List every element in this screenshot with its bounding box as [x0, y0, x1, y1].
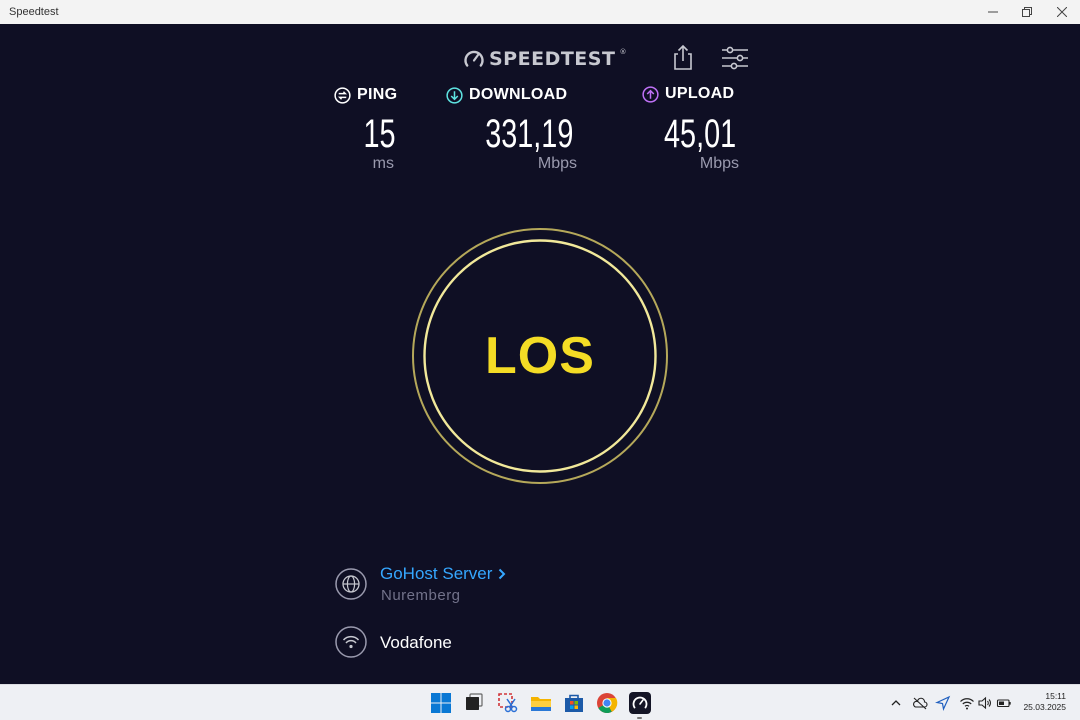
- window-title-bar: Speedtest: [0, 0, 1080, 24]
- provider-name: Vodafone: [380, 633, 452, 652]
- settings-button[interactable]: [720, 46, 750, 70]
- server-name: GoHost Server: [380, 564, 493, 583]
- active-app-indicator: [637, 717, 642, 719]
- close-button[interactable]: [1045, 0, 1079, 24]
- speedtest-logo: SPEEDTEST ®: [463, 46, 626, 72]
- download-arrow-icon: [446, 86, 463, 104]
- sliders-icon: [722, 46, 748, 70]
- onedrive-icon[interactable]: [912, 695, 928, 711]
- volume-icon[interactable]: [977, 695, 993, 711]
- close-icon: [1057, 7, 1067, 17]
- provider-wifi-icon: [335, 626, 367, 658]
- windows-start-icon[interactable]: [430, 692, 452, 714]
- microsoft-store-icon[interactable]: [563, 692, 585, 714]
- taskbar: 15:11 25.03.2025: [0, 684, 1080, 720]
- download-metric: DOWNLOAD 331,19 Mbps: [446, 86, 577, 178]
- upload-metric: UPLOAD 45,01 Mbps: [642, 85, 739, 177]
- server-location: Nuremberg: [381, 587, 461, 604]
- window-title: Speedtest: [9, 6, 59, 18]
- upload-unit: Mbps: [699, 155, 739, 172]
- file-explorer-icon[interactable]: [530, 692, 552, 714]
- task-view-icon[interactable]: [463, 692, 485, 714]
- battery-icon[interactable]: [996, 695, 1012, 711]
- upload-arrow-icon: [642, 85, 659, 103]
- server-globe-icon: [335, 568, 367, 600]
- logo-text: SPEEDTEST: [489, 48, 616, 70]
- start-test-button[interactable]: LOS: [412, 228, 668, 484]
- chevron-up-icon[interactable]: [888, 695, 904, 711]
- chevron-right-icon: [499, 568, 506, 580]
- server-link[interactable]: GoHost Server: [380, 564, 506, 584]
- location-icon[interactable]: [935, 695, 951, 711]
- restore-button[interactable]: [1010, 0, 1044, 24]
- snipping-tool-icon[interactable]: [497, 692, 519, 714]
- speedtest-app-icon[interactable]: [629, 692, 651, 714]
- ping-icon: [334, 86, 351, 104]
- ping-unit: ms: [372, 155, 394, 172]
- upload-value: 45,01: [663, 112, 736, 156]
- download-unit: Mbps: [537, 155, 577, 172]
- wifi-icon[interactable]: [959, 695, 975, 711]
- minimize-button[interactable]: [976, 0, 1010, 24]
- clock-time: 15:11: [1045, 691, 1066, 701]
- minimize-icon: [988, 11, 998, 13]
- ping-label: PING: [357, 86, 398, 103]
- speedtest-app: SPEEDTEST ® PING 15 ms DOWNLOAD 331,19 M…: [0, 24, 1080, 684]
- share-icon: [674, 44, 692, 70]
- ping-value: 15: [362, 112, 395, 156]
- speedometer-icon: [464, 50, 484, 67]
- clock-date: 25.03.2025: [1023, 702, 1066, 712]
- upload-label: UPLOAD: [665, 85, 735, 102]
- system-clock[interactable]: 15:11 25.03.2025: [1023, 691, 1066, 713]
- download-value: 331,19: [484, 112, 573, 156]
- restore-icon: [1022, 7, 1032, 17]
- download-label: DOWNLOAD: [469, 86, 568, 103]
- chrome-icon[interactable]: [596, 692, 618, 714]
- go-button-label: LOS: [485, 327, 595, 385]
- ping-metric: PING 15 ms: [334, 86, 399, 178]
- logo-trademark: ®: [619, 48, 627, 56]
- share-button[interactable]: [670, 44, 696, 72]
